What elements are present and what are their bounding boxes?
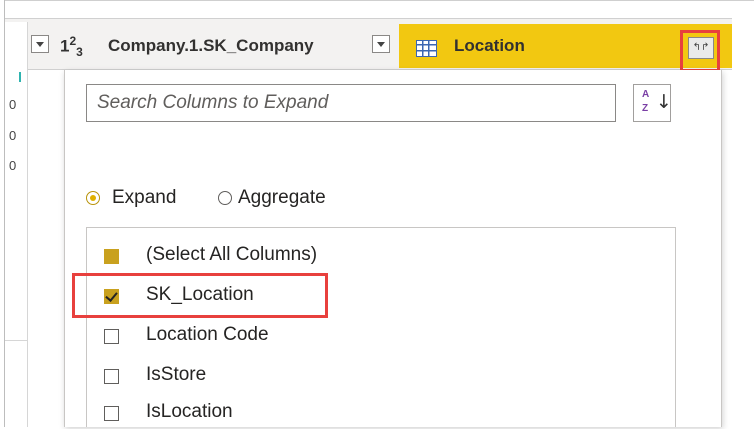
select-all-checkbox[interactable]: [104, 249, 119, 264]
grid-cell-fragment: 0: [9, 97, 17, 112]
expand-radio[interactable]: [86, 191, 100, 205]
list-item-label[interactable]: IsLocation: [146, 401, 233, 423]
search-columns-box[interactable]: [86, 84, 616, 122]
location-code-checkbox[interactable]: [104, 329, 119, 344]
search-columns-input[interactable]: [95, 85, 599, 121]
table-type-icon[interactable]: [416, 40, 437, 57]
expand-radio-label[interactable]: Expand: [112, 187, 176, 209]
list-item-label[interactable]: Location Code: [146, 324, 269, 346]
window-top-border: [4, 0, 754, 1]
column-header-location-title[interactable]: Location: [454, 36, 525, 56]
aggregate-radio[interactable]: [218, 191, 232, 205]
highlight-box-sk-location: [72, 273, 328, 318]
grid-row-divider: [5, 340, 27, 341]
column-quality-indicator: [19, 72, 21, 82]
grid-cell-fragment: 0: [9, 158, 17, 173]
whole-number-type-icon[interactable]: 123: [60, 34, 83, 59]
previous-column-filter-dropdown[interactable]: [31, 35, 49, 53]
grid-cell-fragment: 0: [9, 128, 17, 143]
highlight-box-expand-button: [680, 30, 720, 72]
aggregate-radio-label[interactable]: Aggregate: [238, 187, 326, 209]
sort-az-icon: AZ: [642, 89, 650, 114]
islocation-checkbox[interactable]: [104, 406, 119, 421]
column-header-company-sk[interactable]: Company.1.SK_Company: [108, 36, 314, 56]
isstore-checkbox[interactable]: [104, 369, 119, 384]
sort-arrow-icon: ↓: [656, 91, 672, 113]
list-item-label[interactable]: IsStore: [146, 364, 206, 386]
list-item-label[interactable]: (Select All Columns): [146, 244, 317, 266]
sort-az-button[interactable]: AZ ↓: [633, 84, 672, 122]
grid-left-band: [5, 22, 28, 427]
company-column-filter-dropdown[interactable]: [372, 35, 390, 53]
